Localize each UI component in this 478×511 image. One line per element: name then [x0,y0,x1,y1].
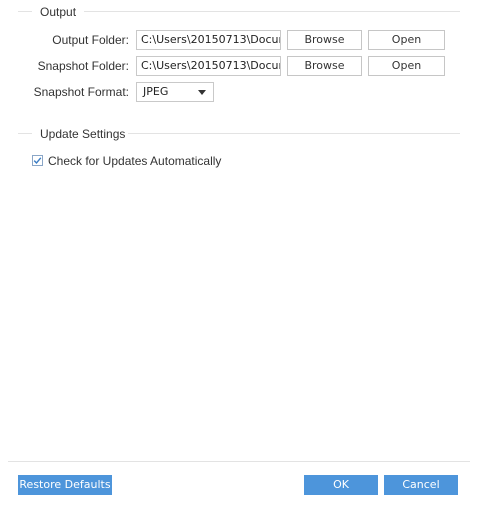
chevron-down-icon [198,90,206,95]
output-section-rule-left [18,11,32,12]
output-section-rule [84,11,460,12]
output-folder-field[interactable]: C:\Users\20150713\Documents\ [136,30,281,50]
ok-button[interactable]: OK [304,475,378,495]
output-folder-label: Output Folder: [52,33,129,47]
output-section-title: Output [40,5,77,19]
snapshot-folder-field[interactable]: C:\Users\20150713\Documents\ [136,56,281,76]
update-section-rule-left [18,133,32,134]
checkmark-icon [33,157,42,165]
auto-update-checkbox[interactable] [32,155,43,166]
cancel-button[interactable]: Cancel [384,475,458,495]
snapshot-format-label: Snapshot Format: [33,85,129,99]
snapshot-format-select[interactable]: JPEG [136,82,214,102]
update-section-title: Update Settings [40,127,126,141]
update-section-rule [128,133,460,134]
auto-update-label[interactable]: Check for Updates Automatically [48,154,221,168]
restore-defaults-button[interactable]: Restore Defaults [18,475,112,495]
snapshot-folder-label: Snapshot Folder: [37,59,129,73]
snapshot-format-value: JPEG [143,85,169,98]
snapshot-folder-browse-button[interactable]: Browse [287,56,362,76]
snapshot-folder-open-button[interactable]: Open [368,56,445,76]
footer-divider [8,461,470,462]
output-folder-browse-button[interactable]: Browse [287,30,362,50]
output-folder-open-button[interactable]: Open [368,30,445,50]
